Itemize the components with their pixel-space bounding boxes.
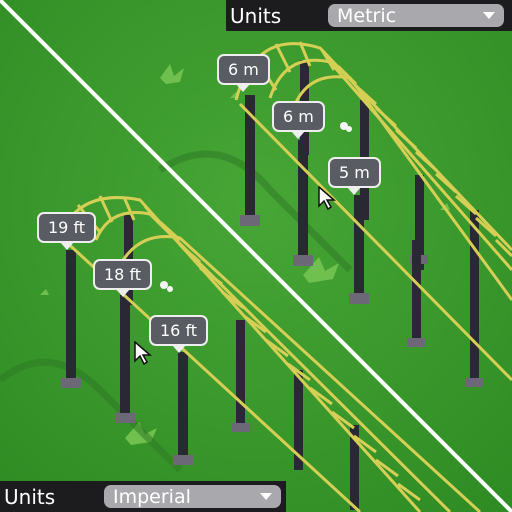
- units-label: Units: [230, 3, 282, 28]
- mouse-cursor-icon: [134, 341, 153, 365]
- units-dropdown-imperial[interactable]: Imperial: [104, 485, 281, 508]
- imperial-units-panel: Units Imperial: [0, 481, 286, 512]
- chevron-down-icon: [483, 12, 495, 19]
- height-tag-imperial-2[interactable]: 18 ft: [93, 259, 153, 297]
- height-tag-metric-2[interactable]: 6 m: [272, 101, 325, 139]
- units-label: Units: [4, 484, 56, 509]
- units-dropdown-metric[interactable]: Metric: [328, 4, 504, 27]
- mouse-cursor-icon: [318, 186, 337, 210]
- chevron-down-icon: [260, 493, 272, 500]
- units-value: Metric: [337, 4, 397, 27]
- height-tag-metric-3[interactable]: 5 m: [328, 157, 381, 195]
- metric-units-panel: Units Metric: [226, 0, 512, 31]
- height-tag-metric-1[interactable]: 6 m: [217, 54, 270, 92]
- height-tag-imperial-3[interactable]: 16 ft: [149, 315, 209, 353]
- units-value: Imperial: [113, 485, 191, 508]
- height-tag-imperial-1[interactable]: 19 ft: [37, 212, 97, 250]
